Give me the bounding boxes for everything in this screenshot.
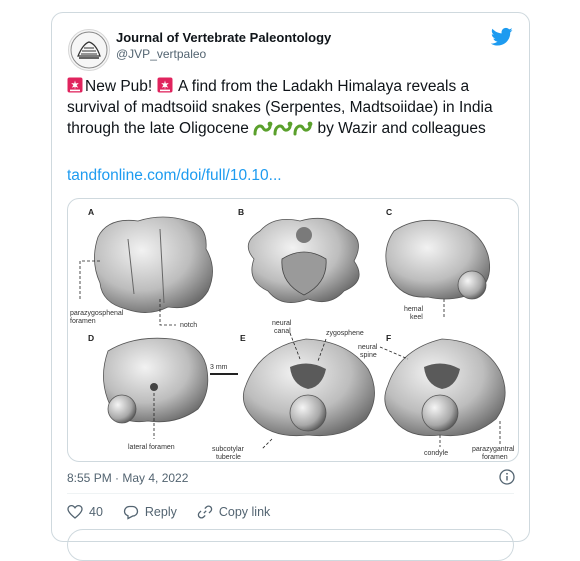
panel-label-e: E <box>240 333 246 343</box>
label-subcotylar: subcotylar <box>212 446 245 453</box>
panel-label-a: A <box>88 207 94 217</box>
label-neural-f: neural <box>358 344 378 351</box>
info-icon[interactable] <box>499 469 515 485</box>
panel-label-b: B <box>238 207 244 217</box>
rotating-light-icon <box>67 77 83 93</box>
tweet-text: New Pub! A find from the Ladakh Himalaya… <box>67 76 519 142</box>
divider <box>67 493 514 494</box>
heart-icon <box>67 504 83 519</box>
like-count: 40 <box>89 505 103 519</box>
copy-link-label: Copy link <box>218 505 271 519</box>
label-condyle: condyle <box>424 450 448 457</box>
snake-icon <box>273 121 293 136</box>
tweet-actions: 40 Reply Copy link <box>67 502 290 522</box>
snake-icon <box>293 121 313 136</box>
panel-label-f: F <box>386 333 391 343</box>
tweet-media-figure[interactable]: A parazygosphenal foramen notch B C hema… <box>67 198 519 462</box>
twitter-bird-icon[interactable] <box>491 27 513 47</box>
label-zygosphene: zygosphene <box>326 330 364 337</box>
rotating-light-icon <box>157 77 173 93</box>
label-foramen-f: foramen <box>482 454 508 461</box>
tweet-byline: by Wazir and colleagues <box>317 120 486 137</box>
vertebrae-figure: A parazygosphenal foramen notch B C hema… <box>70 207 515 461</box>
account-name[interactable]: Journal of Vertebrate Paleontology <box>116 30 331 45</box>
label-parazygosphenal: parazygosphenal <box>70 310 124 317</box>
label-hemal: hemal <box>404 306 424 313</box>
label-notch: notch <box>180 322 197 329</box>
read-replies-button[interactable] <box>67 529 514 561</box>
reply-icon <box>123 505 139 520</box>
label-tubercle: tubercle <box>216 454 241 461</box>
label-spine: spine <box>360 352 377 359</box>
article-link[interactable]: tandfonline.com/doi/full/10.10... <box>67 167 282 185</box>
copy-link-button[interactable]: Copy link <box>197 504 270 520</box>
reply-label: Reply <box>144 505 177 519</box>
panel-label-c: C <box>386 207 392 217</box>
scale-bar-label: 3 mm <box>210 364 228 371</box>
account-avatar[interactable] <box>68 29 110 71</box>
label-neural-e: neural <box>272 320 292 327</box>
link-icon <box>197 505 213 519</box>
snake-emojis <box>253 120 313 142</box>
snake-icon <box>253 121 273 136</box>
label-parazygantral: parazygantral <box>472 446 515 453</box>
tweet-card[interactable]: Journal of Vertebrate Paleontology @JVP_… <box>51 12 530 561</box>
panel-label-d: D <box>88 333 94 343</box>
account-handle[interactable]: @JVP_vertpaleo <box>116 47 206 61</box>
new-pub-label: New Pub! <box>85 78 153 95</box>
like-button[interactable]: 40 <box>67 504 103 520</box>
reply-button[interactable]: Reply <box>123 504 177 520</box>
label-lateral-foramen: lateral foramen <box>128 444 175 451</box>
label-keel: keel <box>410 314 423 321</box>
label-foramen: foramen <box>70 318 96 325</box>
jvp-logo-icon <box>70 31 108 69</box>
label-canal: canal <box>274 328 291 335</box>
tweet-timestamp[interactable]: 8:55 PM · May 4, 2022 <box>67 471 188 485</box>
